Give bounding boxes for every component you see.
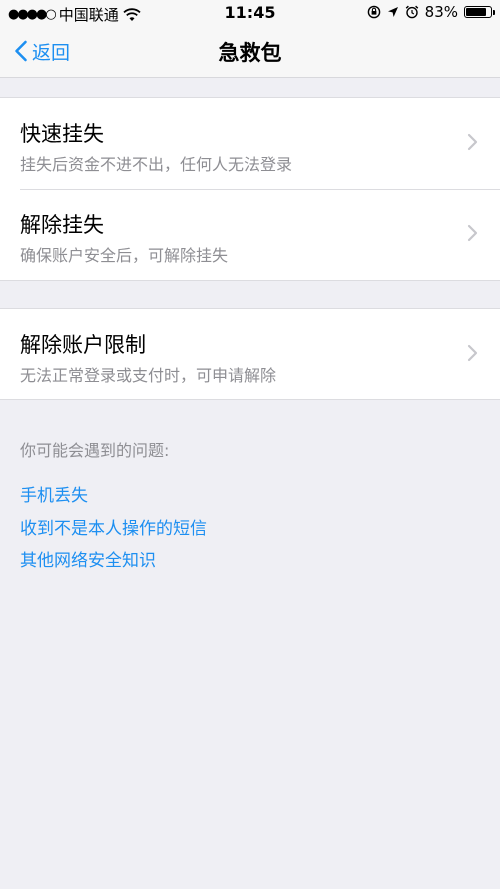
menu-item-subtitle: 无法正常登录或支付时，可申请解除 xyxy=(20,366,277,385)
menu-item-subtitle: 挂失后资金不进不出，任何人无法登录 xyxy=(20,155,293,174)
battery-level xyxy=(466,8,486,16)
menu-item-title: 解除挂失 xyxy=(20,213,104,237)
location-icon xyxy=(387,7,398,17)
menu-item-lift-account-restriction[interactable]: 解除账户限制 无法正常登录或支付时，可申请解除 xyxy=(0,309,500,400)
chevron-right-icon xyxy=(467,224,478,242)
menu-item-quick-report-loss[interactable]: 快速挂失 挂失后资金不进不出，任何人无法登录 xyxy=(0,98,500,189)
chevron-right-icon xyxy=(467,344,478,362)
status-right: 83% xyxy=(367,3,495,21)
faq-link-security-knowledge[interactable]: 其他网络安全知识 xyxy=(20,546,156,571)
menu-group-lost-report: 快速挂失 挂失后资金不进不出，任何人无法登录 解除挂失 确保账户安全后，可解除挂… xyxy=(0,97,500,281)
battery-percent: 83% xyxy=(424,3,458,21)
menu-item-title: 解除账户限制 xyxy=(20,333,146,357)
status-bar: ●●●●○ 中国联通 11:45 83% xyxy=(0,0,500,26)
battery-icon xyxy=(464,6,495,18)
alarm-icon xyxy=(405,5,418,19)
menu-item-cancel-report-loss[interactable]: 解除挂失 确保账户安全后，可解除挂失 xyxy=(0,189,500,280)
faq-heading: 你可能会遇到的问题: xyxy=(20,441,170,460)
faq-link-unknown-sms[interactable]: 收到不是本人操作的短信 xyxy=(20,514,207,539)
menu-group-account-limit: 解除账户限制 无法正常登录或支付时，可申请解除 xyxy=(0,308,500,400)
navigation-bar: 返回 急救包 xyxy=(0,26,500,78)
chevron-right-icon xyxy=(467,133,478,151)
rotation-lock-icon xyxy=(367,5,380,19)
page-title: 急救包 xyxy=(218,41,282,65)
menu-item-subtitle: 确保账户安全后，可解除挂失 xyxy=(20,246,229,265)
menu-item-title: 快速挂失 xyxy=(20,122,104,146)
faq-link-phone-lost[interactable]: 手机丢失 xyxy=(20,481,88,506)
